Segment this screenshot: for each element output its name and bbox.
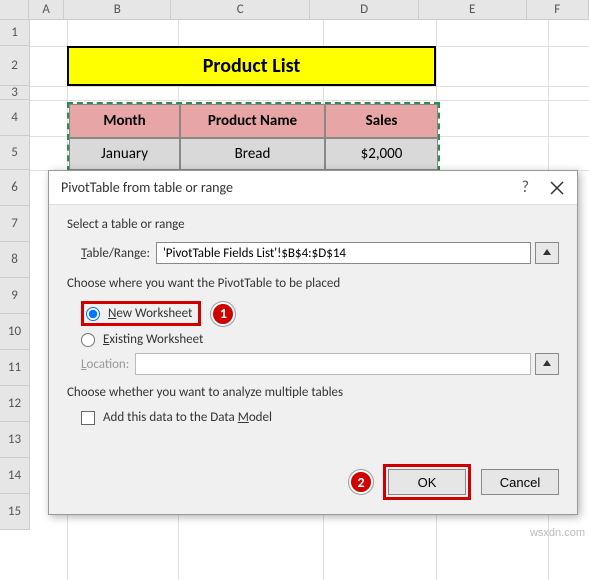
radio-existing-worksheet[interactable] — [81, 333, 95, 347]
close-icon[interactable] — [549, 180, 565, 196]
row-11[interactable]: 11 — [0, 350, 30, 386]
callout-1: 1 — [211, 302, 235, 326]
watermark: wsxdn.com — [530, 527, 585, 539]
section-select-range: Select a table or range — [67, 217, 559, 232]
row-12[interactable]: 12 — [0, 386, 30, 422]
table-range-label: Table/Range: — [81, 246, 150, 261]
col-F[interactable]: F — [527, 0, 589, 19]
cancel-button[interactable]: Cancel — [481, 469, 559, 495]
col-C[interactable]: C — [171, 0, 310, 19]
row-10[interactable]: 10 — [0, 314, 30, 350]
label-existing-worksheet: Existing Worksheet — [103, 332, 203, 347]
title-cell[interactable]: Product List — [67, 46, 436, 86]
row-headers: 1 2 3 4 5 6 7 8 9 10 11 12 13 14 15 — [0, 20, 30, 530]
location-label: Location: — [81, 357, 129, 372]
hdr-sales[interactable]: Sales — [325, 104, 438, 138]
table-range-input[interactable] — [156, 242, 531, 264]
dialog-title: PivotTable from table or range — [61, 179, 233, 196]
callout-2: 2 — [349, 470, 373, 494]
select-all[interactable] — [0, 0, 29, 19]
label-new-worksheet: New Worksheet — [108, 306, 192, 321]
cell-sales[interactable]: $2,000 — [325, 138, 438, 170]
location-input — [135, 353, 531, 375]
dialog-titlebar[interactable]: PivotTable from table or range ? — [49, 171, 577, 205]
cell-month[interactable]: January — [69, 138, 180, 170]
hdr-product[interactable]: Product Name — [180, 104, 325, 138]
col-D[interactable]: D — [310, 0, 419, 19]
checkbox-data-model[interactable] — [81, 411, 95, 425]
row-13[interactable]: 13 — [0, 422, 30, 458]
row-3[interactable]: 3 — [0, 86, 30, 100]
row-1[interactable]: 1 — [0, 20, 30, 46]
collapse-icon — [541, 247, 553, 259]
row-8[interactable]: 8 — [0, 242, 30, 278]
row-9[interactable]: 9 — [0, 278, 30, 314]
highlight-new-worksheet: New Worksheet — [81, 301, 201, 326]
col-A[interactable]: A — [29, 0, 65, 19]
ok-button[interactable]: OK — [388, 469, 466, 495]
radio-new-worksheet[interactable] — [86, 307, 100, 321]
section-placement: Choose where you want the PivotTable to … — [67, 276, 559, 291]
spreadsheet-grid: A B C D E F 1 2 3 4 5 6 7 8 9 10 11 12 1… — [0, 0, 589, 20]
table-row: January Bread $2,000 — [69, 138, 438, 170]
row-6[interactable]: 6 — [0, 170, 30, 206]
row-2[interactable]: 2 — [0, 46, 30, 86]
row-4[interactable]: 4 — [0, 100, 30, 136]
collapse-icon — [541, 358, 553, 370]
col-E[interactable]: E — [419, 0, 527, 19]
row-5[interactable]: 5 — [0, 136, 30, 170]
label-data-model: Add this data to the Data Model — [103, 410, 272, 425]
range-picker-button[interactable] — [535, 242, 559, 264]
row-14[interactable]: 14 — [0, 458, 30, 494]
col-B[interactable]: B — [64, 0, 171, 19]
data-table: Month Product Name Sales January Bread $… — [67, 102, 440, 172]
column-headers: A B C D E F — [0, 0, 589, 20]
pivottable-dialog: PivotTable from table or range ? Select … — [48, 170, 578, 515]
hdr-month[interactable]: Month — [69, 104, 180, 138]
section-multiple-tables: Choose whether you want to analyze multi… — [67, 385, 559, 400]
help-button[interactable]: ? — [522, 178, 529, 197]
highlight-ok: OK — [383, 464, 471, 500]
row-7[interactable]: 7 — [0, 206, 30, 242]
row-15[interactable]: 15 — [0, 494, 30, 530]
cell-product[interactable]: Bread — [180, 138, 325, 170]
location-picker-button[interactable] — [535, 353, 559, 375]
